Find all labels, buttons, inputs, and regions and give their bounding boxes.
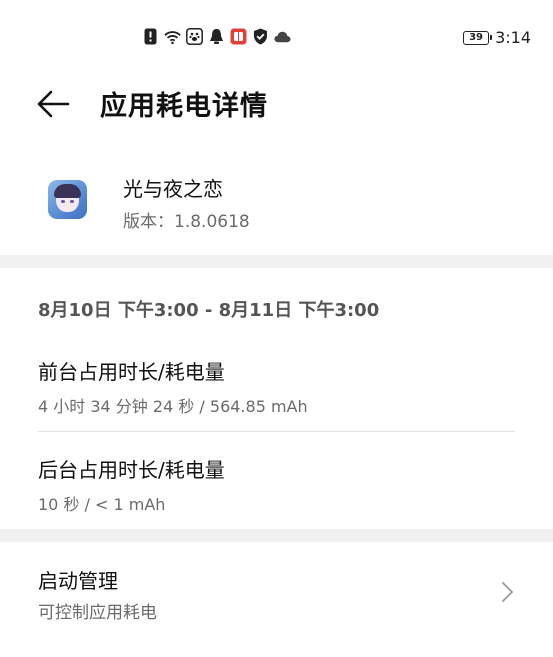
chevron-right-icon xyxy=(502,582,513,602)
cloud-icon xyxy=(274,28,291,45)
qq-bell-icon xyxy=(208,28,225,45)
battery-level: 39 xyxy=(469,31,484,43)
row-divider xyxy=(38,431,515,432)
page-title: 应用耗电详情 xyxy=(100,91,268,122)
arrow-left-icon xyxy=(37,90,70,118)
paw-app-icon xyxy=(186,28,203,45)
wifi-icon xyxy=(164,28,181,45)
background-usage-value: 10 秒 / < 1 mAh xyxy=(38,495,166,514)
status-bar: 39 3:14 xyxy=(0,0,553,78)
app-icon xyxy=(48,180,87,219)
date-range: 8月10日 下午3:00 - 8月11日 下午3:00 xyxy=(38,300,380,321)
app-version: 版本：1.8.0618 xyxy=(123,212,250,232)
section-divider xyxy=(0,529,553,542)
red-app-icon xyxy=(230,28,247,45)
app-info-card: 光与夜之恋 版本：1.8.0618 xyxy=(0,160,553,250)
status-time: 3:14 xyxy=(495,28,531,47)
back-button[interactable] xyxy=(36,86,72,122)
foreground-usage-title: 前台占用时长/耗电量 xyxy=(38,360,225,384)
battery-icon: 39 xyxy=(463,30,493,45)
status-right: 39 3:14 xyxy=(463,28,531,47)
launch-management-subtitle: 可控制应用耗电 xyxy=(38,603,157,623)
header: 应用耗电详情 xyxy=(0,78,553,128)
background-usage-row: 后台占用时长/耗电量 10 秒 / < 1 mAh xyxy=(38,454,515,515)
background-usage-title: 后台占用时长/耗电量 xyxy=(38,458,225,482)
alert-icon xyxy=(142,28,159,45)
shield-icon xyxy=(252,28,269,45)
section-divider xyxy=(0,255,553,268)
foreground-usage-row: 前台占用时长/耗电量 4 小时 34 分钟 24 秒 / 564.85 mAh xyxy=(38,356,515,417)
app-name: 光与夜之恋 xyxy=(123,177,223,201)
status-icons xyxy=(142,28,291,45)
foreground-usage-value: 4 小时 34 分钟 24 秒 / 564.85 mAh xyxy=(38,397,308,416)
launch-management-title: 启动管理 xyxy=(38,569,118,593)
launch-management-row[interactable]: 启动管理 可控制应用耗电 xyxy=(0,545,553,635)
